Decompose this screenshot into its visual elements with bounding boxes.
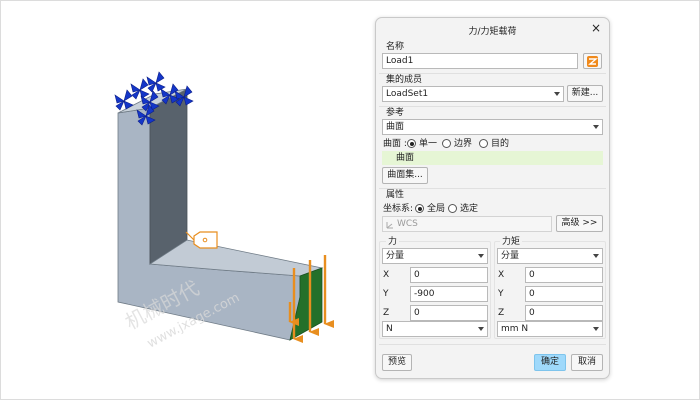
csys-value: WCS bbox=[397, 219, 418, 229]
force-z-input[interactable] bbox=[410, 305, 488, 321]
moment-y-label: Y bbox=[498, 289, 504, 299]
moment-label: 力矩 bbox=[500, 237, 523, 247]
moment-z-label: Z bbox=[498, 308, 505, 318]
moment-unit-select[interactable]: mm N bbox=[497, 321, 603, 337]
chevron-down-icon bbox=[593, 327, 599, 331]
name-label: 名称 bbox=[386, 42, 405, 52]
radio-single-label: 单一 bbox=[419, 139, 438, 149]
reference-type-select[interactable]: 曲面 bbox=[382, 119, 603, 135]
divider bbox=[379, 188, 606, 189]
cancel-button[interactable]: 取消 bbox=[571, 354, 603, 371]
preview-button[interactable]: 预览 bbox=[382, 354, 412, 371]
radio-single[interactable] bbox=[407, 139, 416, 148]
surface-label: 曲面 : bbox=[383, 139, 407, 149]
load-color-icon bbox=[587, 56, 598, 67]
divider bbox=[379, 344, 606, 345]
force-y-input[interactable] bbox=[410, 286, 488, 302]
radio-selected-label: 选定 bbox=[460, 204, 479, 214]
chevron-down-icon bbox=[593, 125, 599, 129]
chevron-down-icon bbox=[478, 254, 484, 258]
load-set-select[interactable]: LoadSet1 bbox=[382, 86, 564, 102]
selected-surface-label: 曲面 bbox=[396, 153, 415, 163]
name-color-button[interactable] bbox=[583, 53, 602, 69]
force-y-label: Y bbox=[383, 289, 389, 299]
name-input[interactable] bbox=[382, 53, 578, 69]
force-x-input[interactable] bbox=[410, 267, 488, 283]
reference-label: 参考 bbox=[386, 108, 405, 118]
moment-unit-value: mm N bbox=[501, 324, 529, 334]
radio-intent[interactable] bbox=[479, 139, 488, 148]
force-unit-value: N bbox=[386, 324, 393, 334]
moment-y-input[interactable] bbox=[525, 286, 603, 302]
reference-type-value: 曲面 bbox=[386, 122, 405, 132]
radio-boundary-label: 边界 bbox=[454, 139, 473, 149]
force-label: 力 bbox=[386, 237, 400, 247]
force-unit-select[interactable]: N bbox=[382, 321, 488, 337]
ok-button[interactable]: 确定 bbox=[534, 354, 566, 371]
new-load-set-button[interactable]: 新建... bbox=[567, 85, 603, 102]
advanced-button[interactable]: 高级 >> bbox=[556, 215, 603, 232]
radio-selected[interactable] bbox=[448, 204, 457, 213]
member-label: 集的成员 bbox=[386, 75, 423, 85]
radio-intent-label: 目的 bbox=[491, 139, 510, 149]
dialog-title: 力/力矩载荷 bbox=[468, 27, 517, 37]
force-mode-select[interactable]: 分量 bbox=[382, 248, 488, 264]
force-x-label: X bbox=[383, 270, 390, 280]
force-z-label: Z bbox=[383, 308, 390, 318]
csys-field[interactable]: WCS bbox=[382, 216, 552, 232]
bracket-inner-side-face[interactable] bbox=[149, 88, 188, 265]
close-icon[interactable]: × bbox=[591, 22, 601, 34]
selected-surface-row[interactable]: 曲面 bbox=[382, 151, 603, 165]
moment-z-input[interactable] bbox=[525, 305, 603, 321]
moment-mode-select[interactable]: 分量 bbox=[497, 248, 603, 264]
csys-label: 坐标系: bbox=[383, 204, 414, 214]
constraint-icon bbox=[130, 78, 150, 100]
radio-boundary[interactable] bbox=[442, 139, 451, 148]
moment-x-input[interactable] bbox=[525, 267, 603, 283]
model-viewport[interactable]: 机械时代 www.jxage.com bbox=[0, 0, 380, 400]
dialog-titlebar[interactable]: 力/力矩载荷 × bbox=[376, 18, 609, 40]
moment-x-label: X bbox=[498, 270, 505, 280]
moment-mode-value: 分量 bbox=[501, 251, 520, 261]
divider bbox=[379, 73, 606, 74]
force-mode-value: 分量 bbox=[386, 251, 405, 261]
radio-global[interactable] bbox=[415, 204, 424, 213]
constraint-icon bbox=[146, 71, 166, 93]
chevron-down-icon bbox=[478, 327, 484, 331]
chevron-down-icon bbox=[554, 92, 560, 96]
divider bbox=[379, 106, 606, 107]
load-set-value: LoadSet1 bbox=[386, 89, 429, 99]
chevron-down-icon bbox=[593, 254, 599, 258]
radio-global-label: 全局 bbox=[427, 204, 446, 214]
properties-label: 属性 bbox=[386, 190, 405, 200]
force-moment-load-dialog: 力/力矩载荷 × 名称 集的成员 LoadSet1 新建... 参考 曲面 曲面… bbox=[375, 17, 610, 379]
surface-set-button[interactable]: 曲面集... bbox=[382, 167, 428, 184]
csys-icon bbox=[386, 222, 393, 229]
